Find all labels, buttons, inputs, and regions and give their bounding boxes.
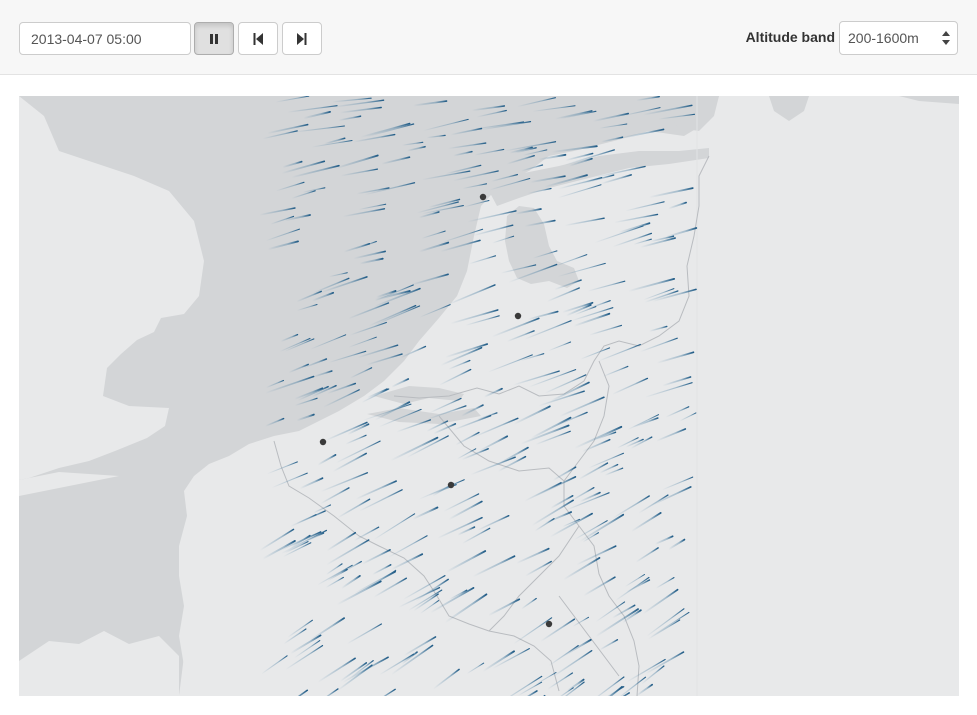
radar-station-dot[interactable]	[514, 312, 522, 320]
select-caret-icon	[942, 31, 950, 45]
radar-station-dot[interactable]	[545, 620, 553, 628]
step-back-button[interactable]	[238, 22, 278, 55]
skip-forward-icon	[297, 32, 307, 45]
step-forward-button[interactable]	[282, 22, 322, 55]
map-panel[interactable]	[19, 96, 959, 696]
radar-station-dot[interactable]	[447, 481, 455, 489]
radar-station-dot[interactable]	[479, 193, 487, 201]
toolbar: Altitude band 200-1600m	[0, 0, 977, 75]
altitude-band-value: 200-1600m	[848, 30, 919, 46]
datetime-input[interactable]	[19, 22, 191, 55]
pause-icon	[210, 33, 218, 44]
radar-station-dot[interactable]	[319, 438, 327, 446]
altitude-band-select[interactable]: 200-1600m	[839, 21, 958, 55]
skip-back-icon	[253, 32, 263, 45]
play-pause-button[interactable]	[194, 22, 234, 55]
altitude-band-label: Altitude band	[745, 29, 835, 45]
map[interactable]	[19, 96, 959, 696]
